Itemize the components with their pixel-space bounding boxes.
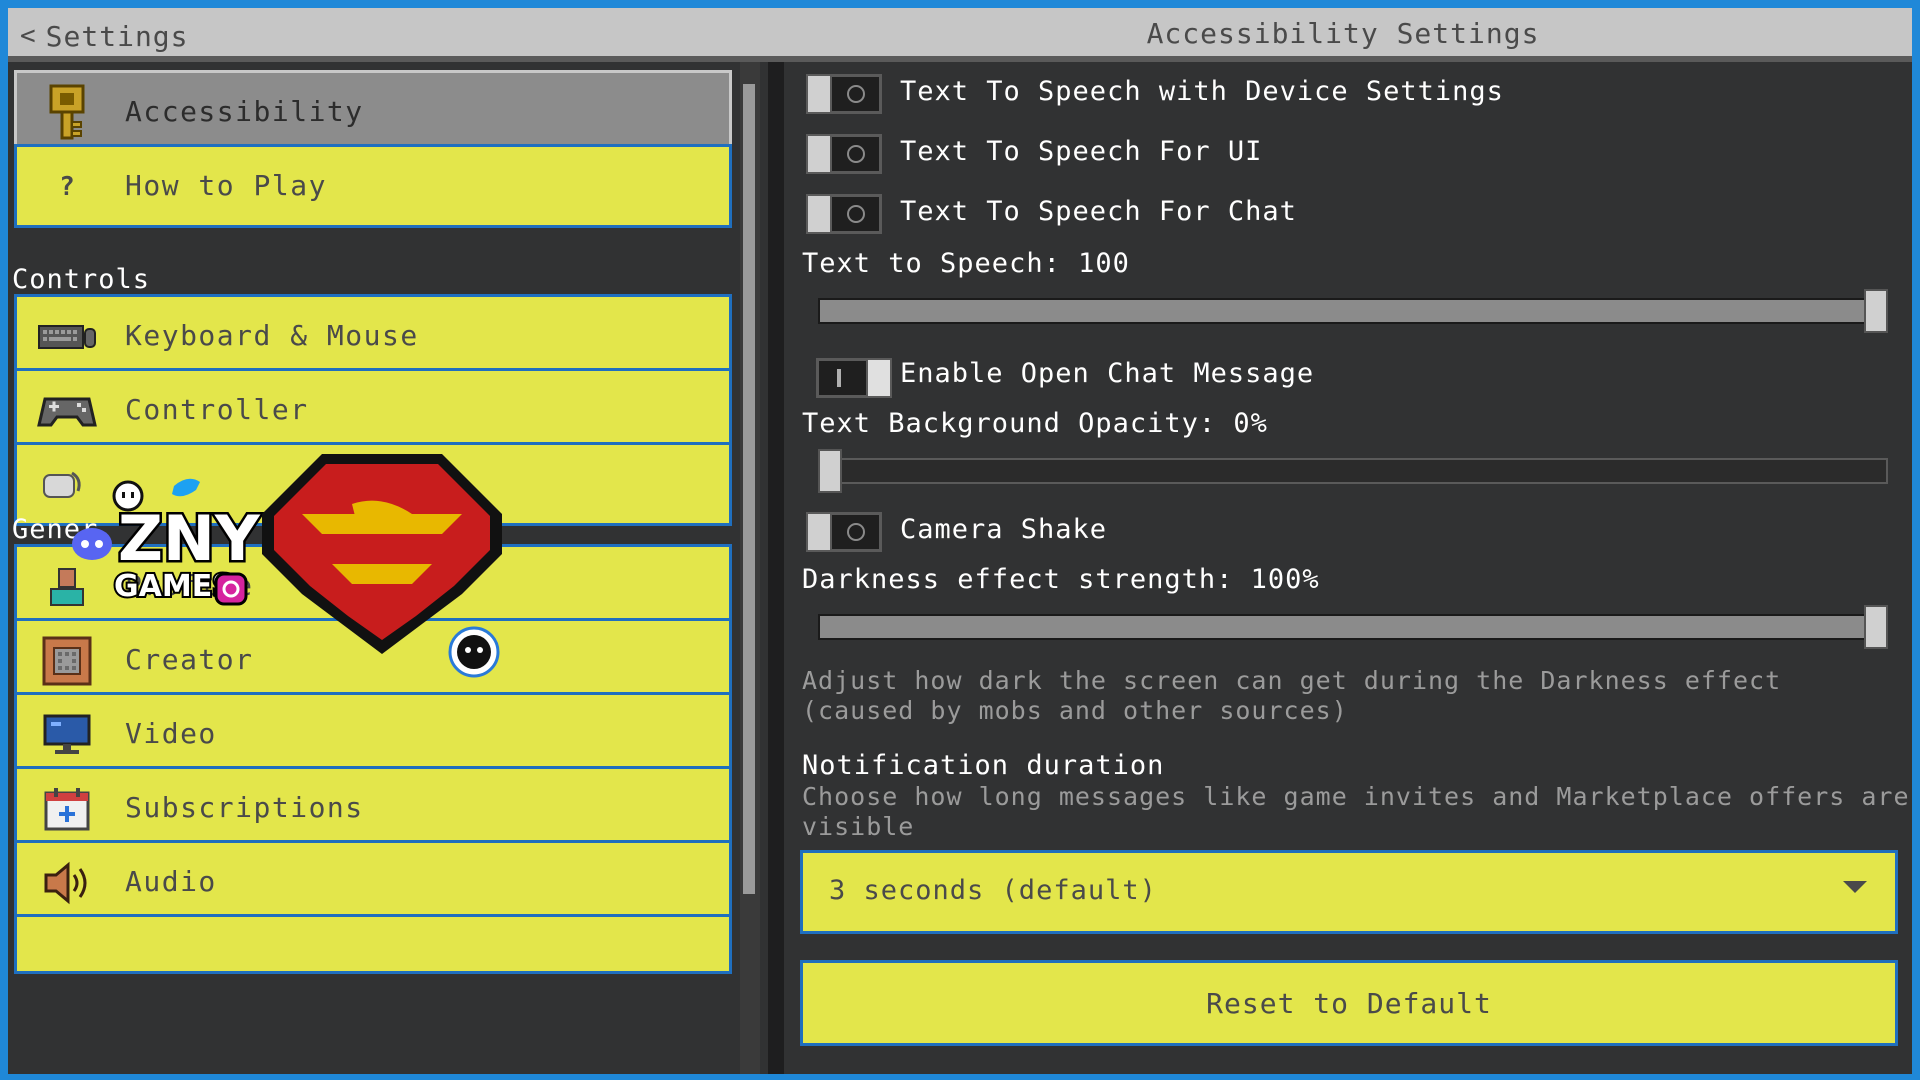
sidebar-item-label: Audio bbox=[125, 865, 217, 898]
toggle-knob bbox=[806, 134, 832, 174]
tts-volume-slider-thumb[interactable] bbox=[1864, 289, 1888, 333]
sidebar-item-label: Accessibility bbox=[125, 95, 364, 128]
key-icon bbox=[37, 84, 97, 141]
sidebar-scrollbar-thumb[interactable] bbox=[743, 84, 755, 894]
toggle-knob bbox=[806, 74, 832, 114]
header-bar: < Settings Accessibility Settings bbox=[8, 8, 1912, 62]
logo-text-zny: ZNY bbox=[118, 502, 261, 575]
darkness-description-line: Adjust how dark the screen can get durin… bbox=[802, 666, 1782, 695]
calendar-icon bbox=[37, 781, 97, 837]
back-label: Settings bbox=[45, 19, 189, 53]
toggle-off-indicator bbox=[847, 205, 865, 223]
sidebar-item-label: Video bbox=[125, 717, 217, 750]
toggle-off-indicator bbox=[847, 145, 865, 163]
tts-chat-toggle[interactable] bbox=[806, 194, 882, 234]
tts-ui-toggle[interactable] bbox=[806, 134, 882, 174]
chevron-down-icon bbox=[1843, 881, 1867, 893]
darkness-description: Adjust how dark the screen can get durin… bbox=[802, 666, 1781, 726]
darkness-slider-thumb[interactable] bbox=[1864, 605, 1888, 649]
notification-duration-dropdown[interactable]: 3 seconds (default) bbox=[800, 850, 1898, 934]
gamepad-icon bbox=[37, 383, 97, 439]
toggle-knob bbox=[806, 512, 832, 552]
text-bg-opacity-slider[interactable] bbox=[818, 458, 1888, 484]
notification-duration-description: Choose how long messages like game invit… bbox=[802, 782, 1910, 842]
tts-device-toggle[interactable] bbox=[806, 74, 882, 114]
settings-panel: Text To Speech with Device Settings Text… bbox=[784, 62, 1912, 1074]
question-icon: ? bbox=[59, 172, 75, 202]
page-title: Accessibility Settings bbox=[1146, 17, 1540, 50]
toggle-off-indicator bbox=[847, 85, 865, 103]
sidebar-item-how-to-play[interactable]: ? How to Play bbox=[14, 144, 732, 228]
sidebar-item-label: Subscriptions bbox=[125, 791, 364, 824]
toggle-knob bbox=[866, 358, 892, 398]
darkness-description-line: (caused by mobs and other sources) bbox=[802, 696, 1348, 725]
toggle-knob bbox=[806, 194, 832, 234]
open-chat-label: Enable Open Chat Message bbox=[900, 358, 1315, 389]
sidebar-item-subscriptions[interactable]: Subscriptions bbox=[14, 766, 732, 850]
sidebar-item-partial[interactable] bbox=[14, 914, 732, 974]
dropdown-selected-value: 3 seconds (default) bbox=[829, 875, 1157, 906]
sidebar-item-keyboard-mouse[interactable]: Keyboard & Mouse bbox=[14, 294, 732, 378]
tts-ui-label: Text To Speech For UI bbox=[900, 136, 1263, 167]
pixel-heart-emblem bbox=[262, 454, 502, 654]
toggle-off-indicator bbox=[847, 523, 865, 541]
reset-button-label: Reset to Default bbox=[1206, 987, 1492, 1020]
sidebar-item-label: Controller bbox=[125, 393, 309, 426]
camera-shake-toggle[interactable] bbox=[806, 512, 882, 552]
reset-to-default-button[interactable]: Reset to Default bbox=[800, 960, 1898, 1046]
notification-duration-title: Notification duration bbox=[802, 750, 1165, 781]
tts-device-label: Text To Speech with Device Settings bbox=[900, 76, 1504, 107]
sidebar-item-audio[interactable]: Audio bbox=[14, 840, 732, 924]
column-divider bbox=[768, 62, 784, 1074]
creator-icon bbox=[37, 633, 97, 689]
open-chat-toggle[interactable] bbox=[816, 358, 892, 398]
settings-window: < Settings Accessibility Settings Access… bbox=[8, 8, 1912, 1074]
monitor-icon bbox=[37, 707, 97, 763]
keyboard-icon bbox=[37, 309, 97, 365]
round-badge-icon bbox=[448, 626, 500, 678]
tts-chat-label: Text To Speech For Chat bbox=[900, 196, 1297, 227]
darkness-label: Darkness effect strength: 100% bbox=[802, 564, 1320, 595]
sidebar-item-label: Creator bbox=[125, 643, 254, 676]
notification-description-line: visible bbox=[802, 812, 915, 841]
sidebar-item-video[interactable]: Video bbox=[14, 692, 732, 776]
notification-description-line: Choose how long messages like game invit… bbox=[802, 782, 1910, 811]
text-bg-opacity-slider-thumb[interactable] bbox=[818, 449, 842, 493]
back-button[interactable]: < Settings bbox=[20, 17, 189, 55]
section-header-controls: Controls bbox=[12, 264, 151, 295]
camera-shake-label: Camera Shake bbox=[900, 514, 1108, 545]
sidebar-item-label: How to Play bbox=[125, 169, 327, 202]
sidebar-item-label: Keyboard & Mouse bbox=[125, 319, 419, 352]
sidebar-item-accessibility[interactable]: Accessibility bbox=[14, 70, 732, 154]
speaker-icon bbox=[37, 855, 97, 911]
tts-volume-slider[interactable] bbox=[818, 298, 1888, 324]
text-bg-opacity-label: Text Background Opacity: 0% bbox=[802, 408, 1268, 439]
zny-games-logo: ZNY GAMES bbox=[56, 466, 266, 616]
sidebar-item-controller[interactable]: Controller bbox=[14, 368, 732, 452]
chevron-left-icon: < bbox=[20, 21, 36, 51]
tts-volume-label: Text to Speech: 100 bbox=[802, 248, 1130, 279]
darkness-slider[interactable] bbox=[818, 614, 1888, 640]
toggle-on-indicator bbox=[837, 369, 841, 387]
